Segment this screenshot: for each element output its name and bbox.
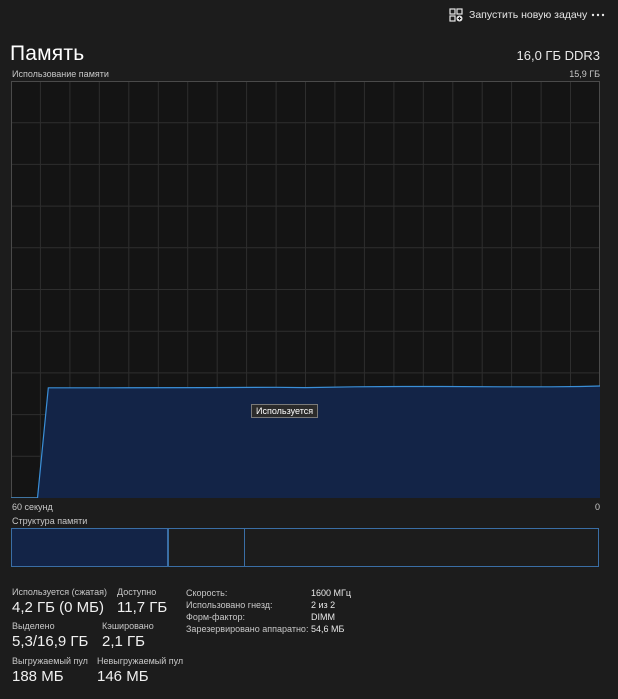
- stat-cached-label: Кэшировано: [102, 621, 154, 631]
- chart-tooltip: Используется: [251, 404, 319, 418]
- detail-reserved-label: Зарезервировано аппаратно:: [186, 624, 309, 634]
- detail-speed: Скорость: 1600 МГц: [186, 587, 351, 599]
- memory-usage-label: Использование памяти: [12, 69, 109, 79]
- memory-details: Скорость: 1600 МГц Использовано гнезд: 2 и…: [186, 587, 351, 635]
- detail-speed-value: 1600 МГц: [311, 588, 352, 598]
- page-title: Память: [10, 42, 85, 65]
- new-task-icon: [449, 8, 463, 22]
- detail-speed-label: Скорость:: [186, 588, 228, 598]
- run-new-task-label: Запустить новую задачу: [469, 9, 588, 21]
- detail-reserved: Зарезервировано аппаратно: 54,6 МБ: [186, 623, 351, 635]
- detail-form-factor-value: DIMM: [311, 612, 335, 622]
- stat-paged-pool-label: Выгружаемый пул: [12, 656, 88, 666]
- detail-slots: Использовано гнезд: 2 из 2: [186, 599, 351, 611]
- memory-usage-max: 15,9 ГБ: [569, 69, 600, 79]
- stat-in-use-label: Используется (сжатая): [12, 587, 107, 597]
- detail-form-factor-label: Форм-фактор:: [186, 612, 246, 622]
- chart-area-fill: [11, 386, 600, 498]
- structure-segment-in-use: [12, 529, 169, 566]
- toolbar: Запустить новую задачу: [0, 0, 618, 30]
- memory-total: 16,0 ГБ DDR3: [516, 48, 601, 63]
- stat-cached: Кэшировано 2,1 ГБ: [102, 621, 154, 650]
- chart-x-label-right: 0: [594, 502, 600, 512]
- stat-nonpaged-pool-label: Невыгружаемый пул: [97, 656, 184, 666]
- stat-in-use-value: 4,2 ГБ (0 МБ): [12, 599, 104, 616]
- run-new-task-button[interactable]: Запустить новую задачу: [449, 6, 587, 24]
- stat-available-value: 11,7 ГБ: [117, 599, 168, 616]
- stat-nonpaged-pool-value: 146 МБ: [97, 668, 149, 685]
- stat-cached-value: 2,1 ГБ: [102, 633, 145, 650]
- stat-nonpaged-pool: Невыгружаемый пул 146 МБ: [97, 656, 183, 685]
- stat-paged-pool-value: 188 МБ: [12, 668, 64, 685]
- stat-available: Доступно 11,7 ГБ: [117, 587, 167, 616]
- detail-slots-label: Использовано гнезд:: [186, 600, 273, 610]
- detail-reserved-value: 54,6 МБ: [311, 624, 345, 634]
- memory-structure-bar: [11, 528, 599, 567]
- stat-in-use: Используется (сжатая) 4,2 ГБ (0 МБ): [12, 587, 107, 616]
- memory-structure-label: Структура памяти: [12, 516, 88, 526]
- stat-committed: Выделено 5,3/16,9 ГБ: [12, 621, 88, 650]
- stat-committed-label: Выделено: [12, 621, 55, 631]
- structure-segment-standby: [171, 529, 245, 566]
- detail-slots-value: 2 из 2: [311, 600, 336, 610]
- more-options-button[interactable]: [589, 6, 607, 24]
- stat-committed-value: 5,3/16,9 ГБ: [12, 633, 89, 650]
- stat-available-label: Доступно: [117, 587, 157, 597]
- detail-form-factor: Форм-фактор: DIMM: [186, 611, 351, 623]
- stat-paged-pool: Выгружаемый пул 188 МБ: [12, 656, 88, 685]
- chart-x-label-left: 60 секунд: [12, 502, 53, 512]
- memory-usage-chart: [11, 81, 600, 498]
- more-horizontal-icon: [591, 13, 605, 17]
